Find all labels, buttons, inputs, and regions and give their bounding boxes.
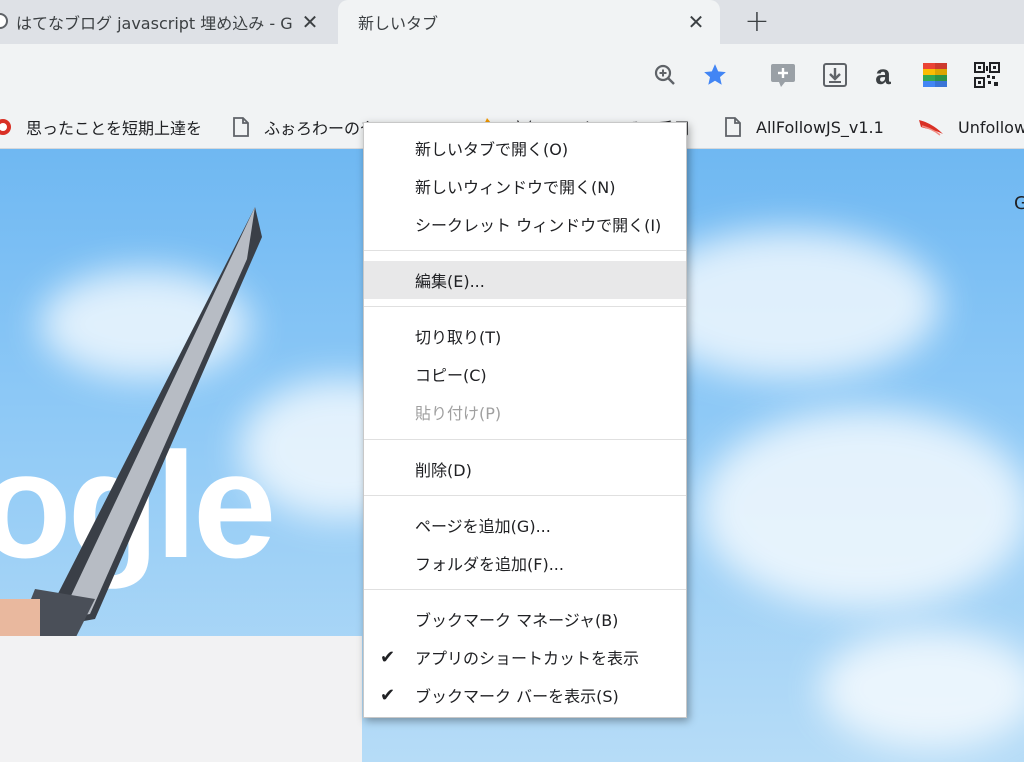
bookmark-label: AllFollowJS_v1.1 [756, 117, 884, 137]
menu-item-label: ブックマーク バーを表示(S) [415, 687, 619, 706]
menu-item-edit[interactable]: 編集(E)... [364, 261, 686, 299]
tab-close-icon[interactable]: ✕ [682, 8, 710, 36]
cloud-shape [820, 629, 1024, 749]
menu-separator [364, 439, 686, 440]
sword-illustration [0, 207, 262, 639]
new-tab-button[interactable]: + [740, 4, 774, 39]
menu-item-label: 削除(D) [415, 461, 472, 480]
bookmark-label: 思ったことを短期上達を [26, 119, 203, 138]
zoom-icon[interactable] [650, 60, 680, 90]
menu-item-label: 貼り付け(P) [415, 404, 502, 423]
bookmark-label: ふぉろわーのやつのやつ [264, 119, 372, 138]
checkmark-icon: ✔ [380, 647, 396, 668]
bookmark-item[interactable]: 思ったことを短期上達を [0, 106, 204, 148]
bookmark-item[interactable]: AllFollowJS_v1.1 [724, 106, 904, 148]
wing-icon [918, 118, 944, 136]
bookmark-label: Unfollow [958, 117, 1024, 137]
menu-item-show-bookmarks-bar[interactable]: ✔ ブックマーク バーを表示(S) [364, 676, 686, 714]
menu-item-label: アプリのショートカットを表示 [415, 649, 640, 668]
menu-item-paste: 貼り付け(P) [364, 393, 686, 431]
toolbar: a [0, 44, 1024, 106]
menu-item-label: 新しいウィンドウで開く(N) [415, 178, 616, 197]
corner-text[interactable]: G [1014, 193, 1024, 214]
checkmark-icon: ✔ [380, 685, 396, 706]
menu-item-open-incognito[interactable]: シークレット ウィンドウで開く(I) [364, 205, 686, 243]
menu-item-label: コピー(C) [415, 366, 487, 385]
menu-item-copy[interactable]: コピー(C) [364, 355, 686, 393]
tab-hatena-blog[interactable]: はてなブログ javascript 埋め込み - G ✕ [0, 0, 334, 44]
tab-new-tab[interactable]: 新しいタブ ✕ [338, 0, 720, 44]
download-icon[interactable] [820, 60, 850, 90]
tab-close-icon[interactable]: ✕ [296, 8, 324, 36]
menu-separator [364, 250, 686, 251]
menu-item-cut[interactable]: 切り取り(T) [364, 317, 686, 355]
menu-item-label: 新しいタブで開く(O) [415, 140, 569, 159]
menu-item-open-new-tab[interactable]: 新しいタブで開く(O) [364, 129, 686, 167]
menu-item-label: ブックマーク マネージャ(B) [415, 611, 619, 630]
amazon-icon[interactable]: a [868, 59, 898, 90]
cloud-shape [700, 409, 1024, 609]
page-white-band [0, 636, 362, 762]
red-circle-icon [0, 118, 12, 136]
menu-item-label: ページを追加(G)... [415, 517, 551, 536]
tab-title: 新しいタブ [358, 14, 439, 33]
menu-item-label: 編集(E)... [415, 272, 485, 291]
menu-item-delete[interactable]: 削除(D) [364, 450, 686, 488]
tab-strip: はてなブログ javascript 埋め込み - G ✕ 新しいタブ ✕ + [0, 0, 1024, 44]
bookmark-item[interactable]: ふぉろわーのやつのやつ [232, 106, 372, 148]
menu-item-add-page[interactable]: ページを追加(G)... [364, 506, 686, 544]
bookmark-context-menu: 新しいタブで開く(O) 新しいウィンドウで開く(N) シークレット ウィンドウで… [363, 122, 687, 718]
qr-code-icon[interactable] [972, 60, 1002, 90]
menu-item-label: フォルダを追加(F)... [415, 555, 564, 574]
menu-item-label: 切り取り(T) [415, 328, 502, 347]
menu-item-label: シークレット ウィンドウで開く(I) [415, 216, 662, 235]
color-squares-icon[interactable] [920, 60, 950, 90]
bookmark-item[interactable]: Unfollow [918, 106, 1024, 148]
page-icon [232, 117, 250, 137]
menu-item-add-folder[interactable]: フォルダを追加(F)... [364, 544, 686, 582]
tab-title: はてなブログ javascript 埋め込み - G [16, 14, 293, 33]
extension-comment-icon[interactable] [768, 60, 798, 90]
menu-item-open-new-window[interactable]: 新しいウィンドウで開く(N) [364, 167, 686, 205]
menu-separator [364, 306, 686, 307]
menu-separator [364, 495, 686, 496]
menu-item-bookmark-manager[interactable]: ブックマーク マネージャ(B) [364, 600, 686, 638]
star-icon[interactable] [700, 60, 730, 90]
page-icon [724, 117, 742, 137]
menu-item-show-apps-shortcut[interactable]: ✔ アプリのショートカットを表示 [364, 638, 686, 676]
menu-separator [364, 589, 686, 590]
